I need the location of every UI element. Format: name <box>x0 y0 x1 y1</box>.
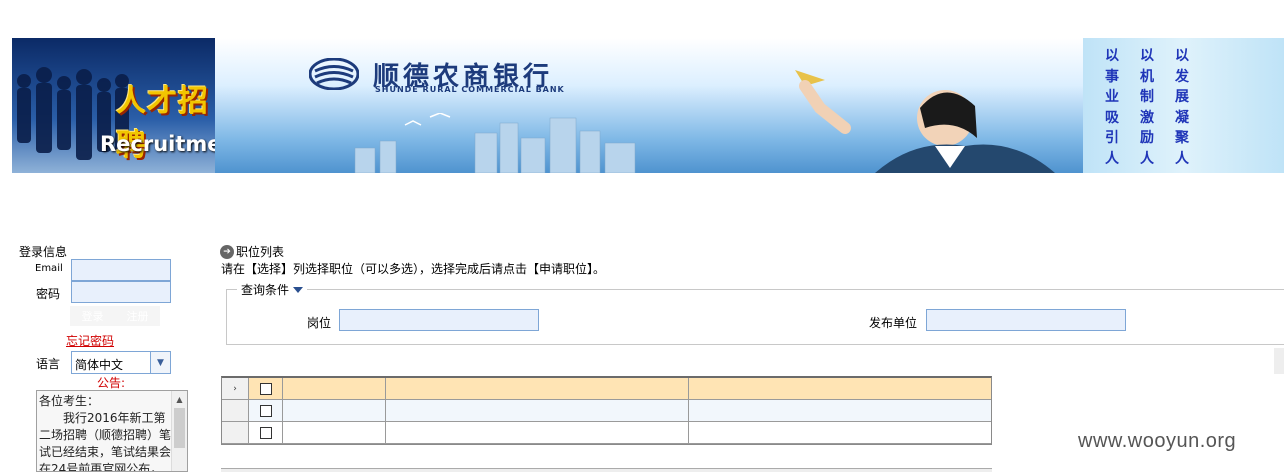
login-button[interactable]: 登录 <box>82 308 104 324</box>
job-list-title: 职位列表 <box>236 245 285 259</box>
org-label: 发布单位 <box>869 316 918 330</box>
grid-horizontal-scrollbar[interactable] <box>221 468 992 472</box>
motto-char: 机 <box>1140 68 1154 85</box>
instruction-text: 请在【选择】列选择职位（可以多选），选择完成后请点击【申请职位】。 <box>221 262 606 276</box>
select-checkbox[interactable] <box>259 382 272 395</box>
motto-column-3: 以 发 展 凝 聚 人 <box>1175 46 1189 169</box>
bank-banner-section: 顺德农商银行 SHUNDE RURAL COMMERCIAL BANK <box>215 38 1083 173</box>
bank-name-en: SHUNDE RURAL COMMERCIAL BANK <box>375 85 565 94</box>
woman-with-paper-plane-image <box>795 70 1055 173</box>
motto-char: 制 <box>1140 89 1154 105</box>
motto-column-1: 以 事 业 吸 引 人 <box>1105 46 1119 169</box>
motto-char: 以 <box>1140 48 1154 64</box>
row-indicator: › <box>222 378 249 399</box>
select-cell[interactable] <box>249 400 283 421</box>
query-legend-label: 查询条件 <box>241 283 290 297</box>
header-banner: 人才招聘 Recruitment 顺德农商银行 SHUNDE RURAL COM… <box>12 38 1284 173</box>
collapse-triangle-icon[interactable] <box>293 286 304 293</box>
login-title: 登录信息 <box>19 245 68 259</box>
select-cell[interactable] <box>249 378 283 399</box>
people-silhouettes-icon <box>17 67 129 160</box>
grid-cell <box>386 400 689 421</box>
bank-logo-icon <box>309 58 359 90</box>
motto-char: 展 <box>1175 89 1189 105</box>
login-panel: 登录信息 Email 密码 登录 注册 忘记密码 语言 简体中文 ▼ 公告: 各… <box>0 240 200 472</box>
motto-char: 吸 <box>1105 109 1119 126</box>
post-input[interactable] <box>339 309 539 331</box>
post-label: 岗位 <box>307 316 332 330</box>
notice-textarea[interactable]: 各位考生： 我行2016年新工第二场招聘（顺德招聘）笔试已经结束，笔试结果会在2… <box>36 390 188 472</box>
language-value: 简体中文 <box>75 358 124 372</box>
scroll-thumb[interactable] <box>174 408 185 448</box>
table-row[interactable]: › <box>222 378 991 400</box>
row-indicator <box>222 400 249 421</box>
language-select[interactable]: 简体中文 ▼ <box>71 351 171 374</box>
motto-char: 以 <box>1105 48 1119 64</box>
grid-cell <box>689 422 991 443</box>
motto-char: 激 <box>1140 109 1154 126</box>
login-buttons: 登录 注册 <box>70 306 160 326</box>
motto-char: 以 <box>1175 48 1189 64</box>
password-label: 密码 <box>36 287 61 301</box>
motto-char: 人 <box>1140 150 1154 167</box>
job-list-header: ➔ 职位列表 <box>220 243 284 260</box>
motto-char: 发 <box>1175 68 1189 85</box>
grid-cell <box>283 422 386 443</box>
notice-scrollbar[interactable]: ▲ <box>171 391 187 471</box>
password-field[interactable] <box>71 281 171 303</box>
toolbar-strip <box>1274 348 1284 374</box>
register-button[interactable]: 注册 <box>127 308 149 324</box>
notice-title: 公告: <box>97 376 126 390</box>
motto-char: 励 <box>1140 130 1154 146</box>
select-checkbox[interactable] <box>259 426 272 439</box>
grid-cell <box>386 378 689 399</box>
motto-column-2: 以 机 制 激 励 人 <box>1140 46 1154 169</box>
forgot-password-link[interactable]: 忘记密码 <box>66 332 114 349</box>
grid-cell <box>689 378 991 399</box>
watermark: www.wooyun.org <box>1078 430 1237 452</box>
motto-char: 人 <box>1175 150 1189 167</box>
recruitment-banner-section: 人才招聘 Recruitment <box>12 38 247 173</box>
query-legend[interactable]: 查询条件 <box>237 281 308 298</box>
grid-cell <box>386 422 689 443</box>
row-indicator <box>222 422 249 443</box>
notice-text: 各位考生： 我行2016年新工第二场招聘（顺德招聘）笔试已经结束，笔试结果会在2… <box>39 394 172 472</box>
motto-char: 聚 <box>1175 130 1189 146</box>
motto-section: 以 事 业 吸 引 人 以 机 制 激 励 人 以 发 展 凝 聚 人 <box>1083 38 1284 173</box>
grid-cell <box>283 378 386 399</box>
query-fieldset: 查询条件 岗位 发布单位 <box>226 281 1284 345</box>
motto-char: 凝 <box>1175 109 1189 126</box>
org-input[interactable] <box>926 309 1126 331</box>
motto-char: 事 <box>1105 68 1119 85</box>
table-row[interactable] <box>222 400 991 422</box>
motto-char: 人 <box>1105 150 1119 167</box>
grid-cell <box>283 400 386 421</box>
email-label: Email <box>35 263 63 274</box>
circle-arrow-icon: ➔ <box>220 244 234 259</box>
select-checkbox[interactable] <box>259 404 272 417</box>
city-skyline-icon <box>354 113 636 173</box>
chevron-down-icon[interactable]: ▼ <box>150 352 170 373</box>
motto-char: 引 <box>1105 130 1119 146</box>
select-cell[interactable] <box>249 422 283 443</box>
scroll-up-arrow-icon[interactable]: ▲ <box>172 391 187 407</box>
motto-char: 业 <box>1105 89 1119 105</box>
email-field[interactable] <box>71 259 171 281</box>
job-grid: › <box>221 376 992 445</box>
language-label: 语言 <box>36 357 61 371</box>
grid-cell <box>689 400 991 421</box>
table-row[interactable] <box>222 422 991 444</box>
